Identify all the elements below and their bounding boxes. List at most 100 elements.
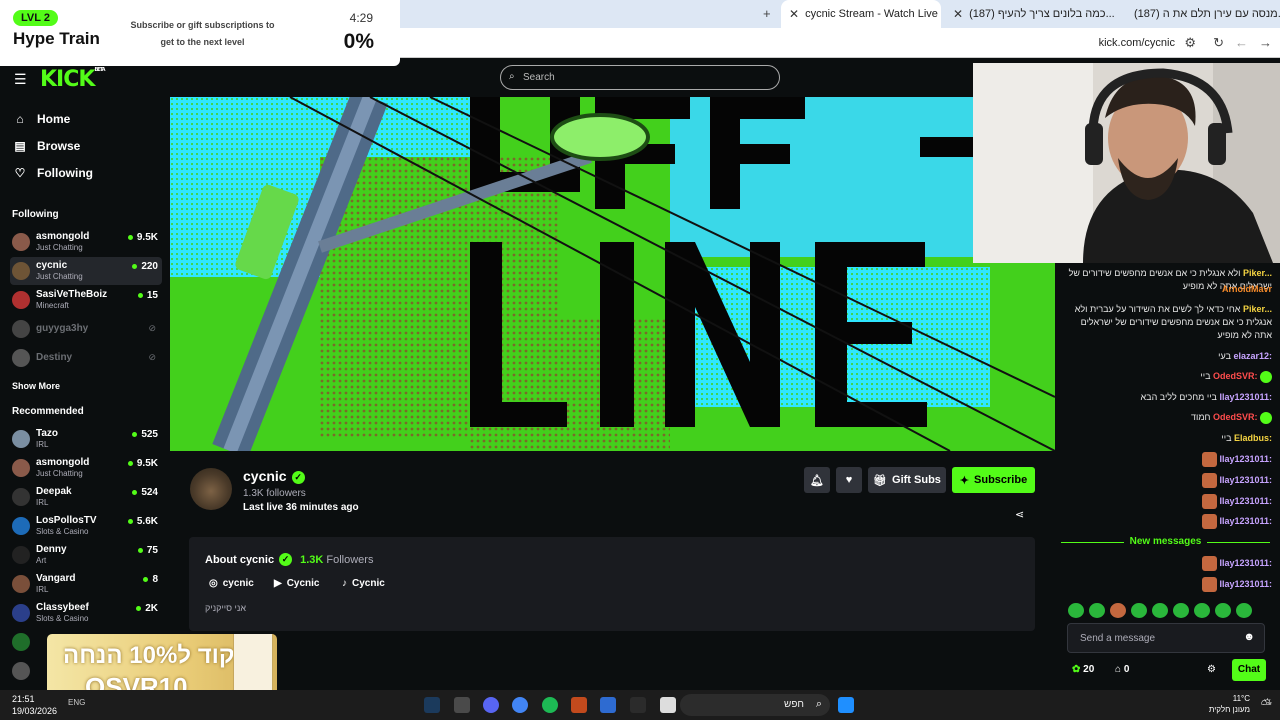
chat-username[interactable]: Ilay1231011: (1219, 516, 1272, 526)
gift-counter[interactable]: ⌂ 0 (1115, 664, 1129, 675)
gear-icon[interactable]: ⚙ (1207, 664, 1216, 675)
forward-icon[interactable]: ← (1235, 35, 1248, 50)
chat-username[interactable]: ArnoldMavr (1222, 284, 1272, 294)
sidebar-channel-cycnic[interactable]: cycnic Just Chatting 220 (10, 257, 162, 285)
sidebar-channel-sasivetheboiz[interactable]: SasiVeTheBoiz Minecraft 15 (10, 286, 162, 314)
new-tab-icon[interactable]: + (763, 6, 771, 21)
discord-icon[interactable] (483, 697, 499, 713)
sidebar-channel-tazo[interactable]: Tazo IRL 525 (10, 425, 162, 453)
sidebar-channel-guyyga3hy[interactable]: guyyga3hy ⊘ (10, 315, 162, 343)
kick-logo[interactable]: KICKBETA (40, 67, 106, 92)
menu-icon[interactable]: ☰ (14, 71, 27, 88)
chat-username[interactable]: Ilay1231011: (1219, 475, 1272, 485)
system-clock[interactable]: 21:51 19/03/2026 (12, 693, 57, 717)
terminal-icon[interactable] (630, 697, 646, 713)
file-explorer-icon[interactable] (660, 697, 676, 713)
social-youtube-link[interactable]: ▶ Cycnic (274, 578, 320, 589)
social-instagram-link[interactable]: ◎ cycnic (209, 578, 254, 589)
sidebar-channel-deepak[interactable]: Deepak IRL 524 (10, 483, 162, 511)
browser-tab-active[interactable]: ✕ cycnic Stream - Watch Live on Kick (781, 0, 941, 28)
emote-icon[interactable] (1152, 603, 1168, 618)
follow-button[interactable]: ♥ (836, 467, 862, 493)
apps-grid-icon[interactable] (600, 697, 616, 713)
social-label: Cycnic (286, 578, 320, 589)
share-icon[interactable]: ⋖ (1015, 508, 1024, 521)
video-player-offline[interactable] (170, 97, 1055, 451)
emoji-icon[interactable]: ☻ (1243, 631, 1255, 643)
emote-icon[interactable] (1131, 603, 1147, 618)
social-tiktok-link[interactable]: ♪ Cycnic (342, 578, 385, 589)
emote-icon[interactable] (1110, 603, 1126, 618)
sidebar-channel-destiny[interactable]: Destiny ⊘ (10, 344, 162, 372)
gift-icon: ⌂ (1115, 664, 1122, 675)
emote-icon[interactable] (1068, 603, 1084, 618)
steam-icon[interactable] (424, 697, 440, 713)
chat-username[interactable]: elazar12: (1233, 351, 1272, 361)
channel-title[interactable]: cycnic ✓ (243, 468, 305, 484)
sidebar-channel-denny[interactable]: Denny Art 75 (10, 541, 162, 569)
gifts-value: 0 (1123, 664, 1130, 675)
emote-icon[interactable] (1194, 603, 1210, 618)
emote-icon[interactable] (1215, 603, 1231, 618)
close-tab-icon[interactable]: ✕ (789, 7, 799, 21)
chat-username[interactable]: Piker... (1243, 268, 1272, 278)
app-icon[interactable] (571, 697, 587, 713)
nav-browse[interactable]: ▤ Browse (13, 139, 80, 153)
chat-username[interactable]: Piker... (1243, 304, 1272, 314)
reload-icon[interactable]: ↻ (1213, 35, 1224, 51)
channel-points[interactable]: ✿ 20 (1072, 664, 1094, 675)
chat-username[interactable]: Ilay1231011: (1219, 496, 1272, 506)
social-label: Cycnic (352, 578, 385, 589)
youtube-icon: ▶ (274, 578, 282, 589)
windows-start-icon[interactable] (838, 697, 854, 713)
promo-line-1: קוד ל10% הנחה (63, 642, 235, 669)
avatar (12, 633, 30, 651)
taskbar-search[interactable]: חפש ⌕ (680, 694, 830, 716)
store-icon[interactable] (454, 697, 470, 713)
spotify-icon[interactable] (542, 697, 558, 713)
site-settings-icon[interactable]: ⚙ (1184, 35, 1196, 51)
sidebar-channel-asmongold[interactable]: asmongold Just Chatting 9.5K (10, 228, 162, 256)
chat-username[interactable]: Eladbus: (1234, 433, 1272, 443)
viewer-count-value: 525 (141, 429, 158, 440)
chat-username[interactable]: Ilay1231011: (1219, 392, 1272, 402)
show-more-link[interactable]: Show More (12, 381, 60, 391)
new-messages-divider[interactable]: New messages (1061, 536, 1270, 548)
channel-name-text: cycnic (243, 468, 287, 484)
chat-message: Ilay1231011: (1063, 452, 1272, 467)
chat-message-input[interactable]: Send a message ☻ (1067, 623, 1265, 653)
sidebar-channel-lospollostv[interactable]: LosPollosTV Slots & Casino 5.6K (10, 512, 162, 540)
chat-username[interactable]: Ilay1231011: (1219, 454, 1272, 464)
notifications-button[interactable]: 🔔︎ (804, 467, 830, 493)
avatar (12, 262, 30, 280)
sidebar-channel-classybeef[interactable]: Classybeef Slots & Casino 2K (10, 599, 162, 627)
search-input[interactable]: ⌕ Search (500, 65, 780, 90)
browser-tab[interactable]: ✕ (187) כמה בלונים צריך להעיף... (945, 0, 1115, 28)
browser-tab[interactable]: (187) מנסה עם עירן תלם את ה... (1120, 0, 1280, 28)
back-icon[interactable]: → (1259, 35, 1272, 50)
subscribe-button[interactable]: ✦ Subscribe (952, 467, 1035, 493)
emote-icon[interactable] (1089, 603, 1105, 618)
chrome-icon[interactable] (512, 697, 528, 713)
gift-subs-button[interactable]: 🎁︎ Gift Subs (868, 467, 946, 493)
send-chat-button[interactable]: Chat (1232, 659, 1266, 681)
chat-username[interactable]: Ilay1231011: (1219, 579, 1272, 589)
channel-avatar[interactable] (190, 468, 232, 510)
keyboard-language[interactable]: ENG (68, 698, 85, 707)
chat-username[interactable]: Ilay1231011: (1219, 558, 1272, 568)
url-field[interactable]: kick.com/cycnic (1099, 37, 1175, 49)
sidebar-channel-asmongold[interactable]: asmongold Just Chatting 9.5K (10, 454, 162, 482)
weather-widget[interactable]: 11°C מעונן חלקית (1209, 693, 1250, 715)
chat-username[interactable]: OdedSVR: (1213, 412, 1258, 422)
emote-icon[interactable] (1173, 603, 1189, 618)
nav-following[interactable]: ♡ Following (13, 166, 93, 180)
sidebar-channel-vangard[interactable]: Vangard IRL 8 (10, 570, 162, 598)
tiktok-icon: ♪ (342, 578, 347, 589)
close-tab-icon[interactable]: ✕ (953, 7, 963, 21)
emote-icon[interactable] (1236, 603, 1252, 618)
search-placeholder: Search (523, 72, 555, 83)
chat-username[interactable]: OdedSVR: (1213, 371, 1258, 381)
live-dot-icon (136, 606, 142, 611)
nav-home[interactable]: ⌂ Home (13, 112, 70, 126)
channel-name: SasiVeTheBoiz (36, 289, 108, 300)
